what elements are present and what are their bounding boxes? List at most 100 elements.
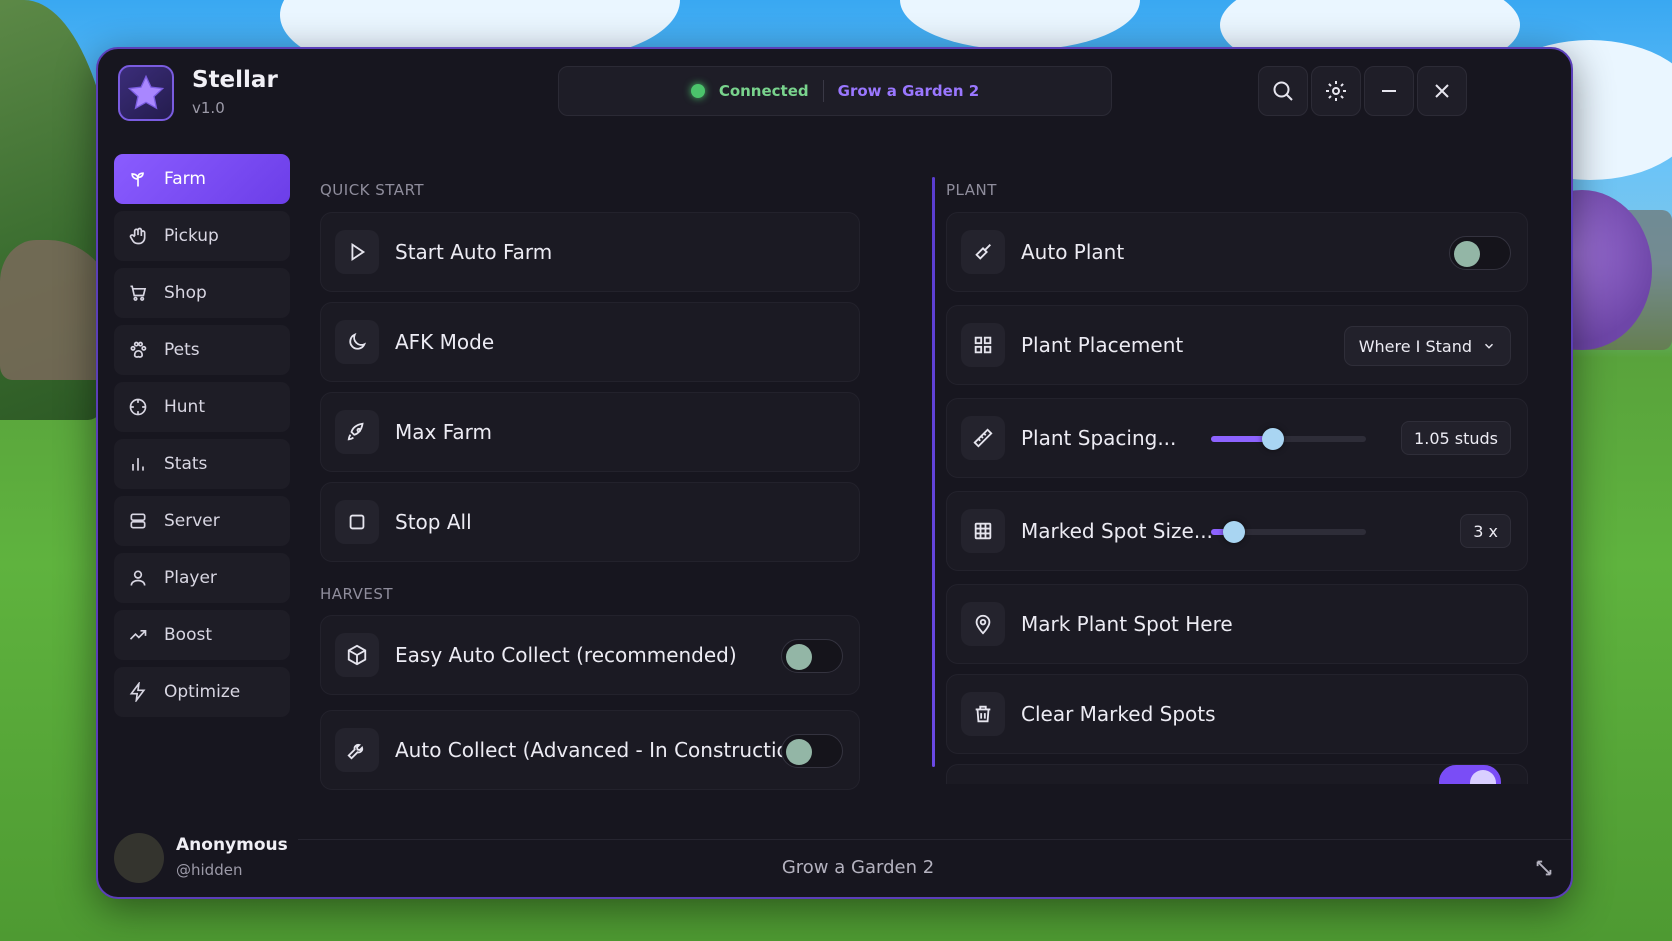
row-label: Marked Spot Size... [1021,519,1213,543]
auto-plant-row: Auto Plant [946,212,1528,292]
sidebar-item-label: Shop [164,283,207,303]
user-icon [128,568,148,588]
marked-spot-size-row: Marked Spot Size... 3 x [946,491,1528,571]
footer-game-title: Grow a Garden 2 [781,857,935,878]
row-label: Start Auto Farm [395,240,553,264]
sidebar-item-farm[interactable]: Farm [114,154,290,204]
row-label: Clear Marked Spots [1021,702,1216,726]
row-label: Mark Plant Spot Here [1021,612,1233,636]
plant-placement-row: Plant Placement Where I Stand [946,305,1528,385]
rocket-icon [335,410,379,454]
slider-thumb[interactable] [1223,521,1246,543]
stop-icon [335,500,379,544]
server-icon [128,511,148,531]
app-window: Stellar v1.0 Connected Grow a Garden 2 F… [96,47,1573,899]
hidden-row-toggle[interactable] [1439,765,1501,784]
sidebar-item-pets[interactable]: Pets [114,325,290,375]
sidebar-item-label: Pickup [164,226,219,246]
minimize-icon [1377,79,1401,103]
user-name: Anonymous [176,835,288,855]
row-label: Plant Spacing... [1021,426,1177,450]
search-icon [1271,79,1295,103]
sidebar-item-label: Hunt [164,397,205,417]
easy-auto-collect-toggle[interactable] [781,639,843,673]
plant-spacing-value: 1.05 studs [1401,421,1511,455]
grid-icon [961,323,1005,367]
shovel-icon [961,230,1005,274]
search-button[interactable] [1258,66,1308,116]
sidebar-item-optimize[interactable]: Optimize [114,667,290,717]
max-farm-button[interactable]: Max Farm [320,392,860,472]
sidebar-item-label: Pets [164,340,200,360]
section-title-harvest: HARVEST [320,585,394,603]
section-title-quick-start: QUICK START [320,181,425,199]
trash-icon [961,692,1005,736]
sidebar-item-shop[interactable]: Shop [114,268,290,318]
auto-plant-toggle[interactable] [1449,236,1511,270]
sidebar-item-server[interactable]: Server [114,496,290,546]
plant-spacing-row: Plant Spacing... 1.05 studs [946,398,1528,478]
crosshair-icon [128,397,148,417]
plant-spacing-slider[interactable] [1211,428,1366,450]
close-button[interactable] [1417,66,1467,116]
gear-icon [1324,79,1348,103]
auto-collect-advanced-row: Auto Collect (Advanced - In Construction… [320,710,860,790]
play-icon [335,230,379,274]
plant-placement-dropdown[interactable]: Where I Stand [1343,326,1511,366]
sidebar-item-pickup[interactable]: Pickup [114,211,290,261]
bar-chart-icon [128,454,148,474]
lightning-icon [128,682,148,702]
chevron-down-icon [1482,339,1496,353]
sidebar-item-hunt[interactable]: Hunt [114,382,290,432]
app-version: v1.0 [192,99,225,117]
app-name: Stellar [192,67,278,93]
footer-divider [298,839,1571,840]
close-icon [1430,79,1454,103]
user-handle: @hidden [176,861,243,879]
wrench-icon [335,728,379,772]
ruler-icon [961,416,1005,460]
connection-status: Connected [718,82,809,100]
afk-mode-button[interactable]: AFK Mode [320,302,860,382]
row-label: Easy Auto Collect (recommended) [395,643,737,667]
stop-all-button[interactable]: Stop All [320,482,860,562]
auto-collect-advanced-toggle[interactable] [781,734,843,768]
resize-handle-icon[interactable] [1533,857,1555,879]
status-divider [822,80,824,102]
minimize-button[interactable] [1364,66,1414,116]
map-pin-icon [961,602,1005,646]
row-label: Stop All [395,510,472,534]
sidebar-item-label: Farm [164,169,206,189]
section-title-plant: PLANT [946,181,997,199]
cart-icon [128,283,148,303]
row-label: Auto Collect (Advanced - In Construction… [395,738,810,762]
moon-icon [335,320,379,364]
panel-divider [932,177,935,767]
cube-icon [335,633,379,677]
sidebar-item-label: Boost [164,625,212,645]
clear-marked-spots-button[interactable]: Clear Marked Spots [946,674,1528,754]
row-label: Auto Plant [1021,240,1125,264]
connection-status-bar: Connected Grow a Garden 2 [558,66,1112,116]
trend-up-icon [128,625,148,645]
hand-icon [128,226,148,246]
sidebar-item-label: Server [164,511,220,531]
slider-thumb[interactable] [1262,428,1284,450]
sidebar-item-boost[interactable]: Boost [114,610,290,660]
app-logo [118,65,174,121]
sidebar-item-label: Optimize [164,682,241,702]
mark-plant-spot-button[interactable]: Mark Plant Spot Here [946,584,1528,664]
settings-button[interactable] [1311,66,1361,116]
avatar [114,833,164,883]
sidebar-item-label: Stats [164,454,208,474]
marked-spot-size-slider[interactable] [1211,521,1366,543]
sidebar-item-player[interactable]: Player [114,553,290,603]
marked-spot-size-value: 3 x [1460,514,1511,548]
grid-3x3-icon [961,509,1005,553]
sidebar-item-stats[interactable]: Stats [114,439,290,489]
row-label: Max Farm [395,420,492,444]
easy-auto-collect-row: Easy Auto Collect (recommended) [320,615,860,695]
game-name-link[interactable]: Grow a Garden 2 [838,82,980,100]
paw-icon [128,340,148,360]
start-auto-farm-button[interactable]: Start Auto Farm [320,212,860,292]
